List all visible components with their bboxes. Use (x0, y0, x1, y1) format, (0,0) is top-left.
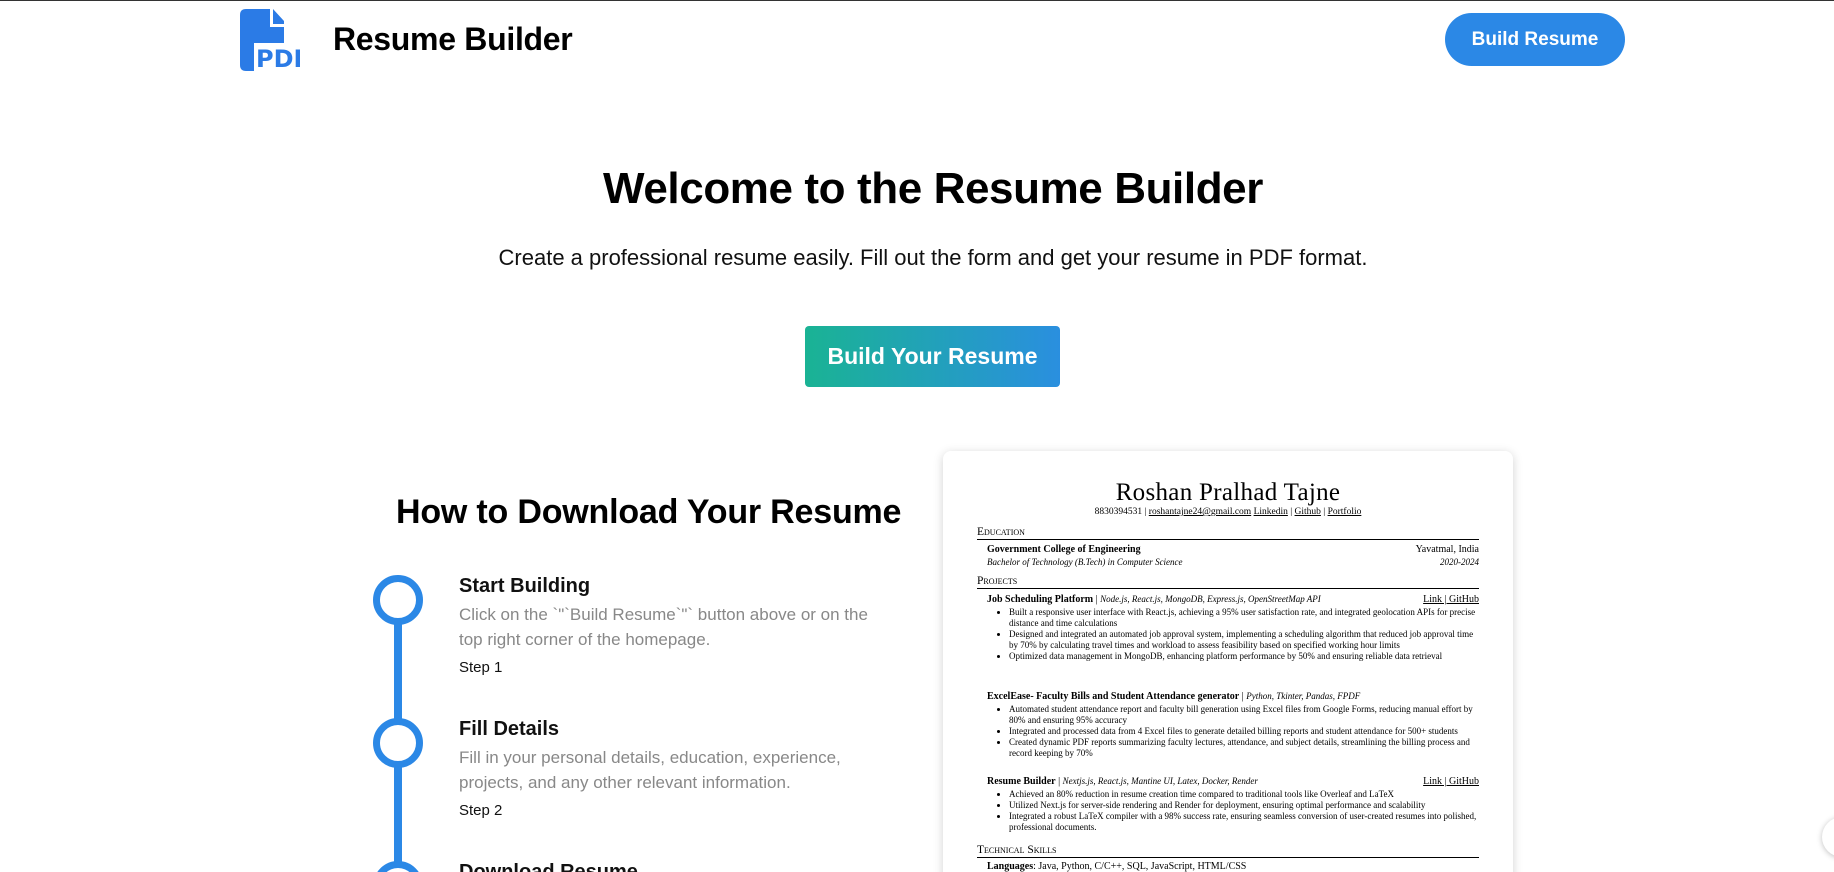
page-subtitle: Create a professional resume easily. Fil… (498, 245, 1368, 270)
page-title: Welcome to the Resume Builder (603, 164, 1263, 213)
education-row: Government College of Engineering Yavatma… (987, 544, 1479, 555)
resume-name: Roshan Pralhad Tajne (1115, 479, 1341, 506)
step-2-marker (373, 718, 423, 768)
step-1-number: Step 1 (459, 659, 503, 676)
resume-contact: 8830394531 | roshantajne24@gmail.com Lin… (1094, 507, 1362, 517)
step-1-title: Start Building (459, 575, 591, 597)
email-link[interactable]: roshantajne24@gmail.com (1149, 507, 1251, 517)
step-2-title: Fill Details (459, 718, 560, 740)
project-2-header: ExcelEase- Faculty Bills and Student Att… (987, 691, 1361, 702)
svg-text:PDF: PDF (256, 45, 300, 71)
project-3-bullets: Achieved an 80% reduction in resume crea… (1009, 789, 1479, 833)
project-2-bullets: Automated student attendance report and … (1009, 704, 1479, 759)
education-heading: Education (977, 526, 1479, 540)
degree-row: Bachelor of Technology (B.Tech) in Compu… (987, 557, 1479, 567)
pdf-file-icon[interactable]: PDF (240, 9, 300, 71)
floating-scroll-button[interactable] (1822, 817, 1834, 857)
brand-title: Resume Builder (333, 21, 573, 57)
build-resume-button[interactable]: Build Resume (1445, 13, 1625, 66)
portfolio-link[interactable]: Portfolio (1328, 507, 1362, 517)
step-1-marker (373, 575, 423, 625)
step-3-marker (373, 861, 423, 872)
projects-heading: Projects (977, 575, 1479, 589)
build-your-resume-button[interactable]: Build Your Resume (805, 326, 1060, 387)
step-2-description: Fill in your personal details, education… (459, 748, 841, 792)
resume-preview: Roshan Pralhad Tajne 8830394531 | roshan… (943, 451, 1513, 872)
step-1-description: Click on the `"`Build Resume`"` button a… (459, 605, 868, 649)
project-3-header: Resume Builder | Nextjs.js, React.js, Ma… (987, 776, 1479, 787)
steps-heading: How to Download Your Resume (396, 493, 902, 531)
step-3-title: Download Resume (459, 861, 638, 872)
step-2-number: Step 2 (459, 802, 503, 819)
linkedin-link[interactable]: Linkedin (1254, 507, 1288, 517)
languages-row: Languages: Java, Python, C/C++, SQL, Jav… (987, 861, 1247, 872)
project-1-header: Job Scheduling Platform | Node.js, React… (987, 594, 1479, 605)
github-link[interactable]: Github (1295, 507, 1321, 517)
top-header: PDF Resume Builder Build Resume (0, 1, 1834, 81)
skills-heading: Technical Skills (977, 844, 1479, 858)
project-1-bullets: Built a responsive user interface with R… (1009, 607, 1479, 662)
